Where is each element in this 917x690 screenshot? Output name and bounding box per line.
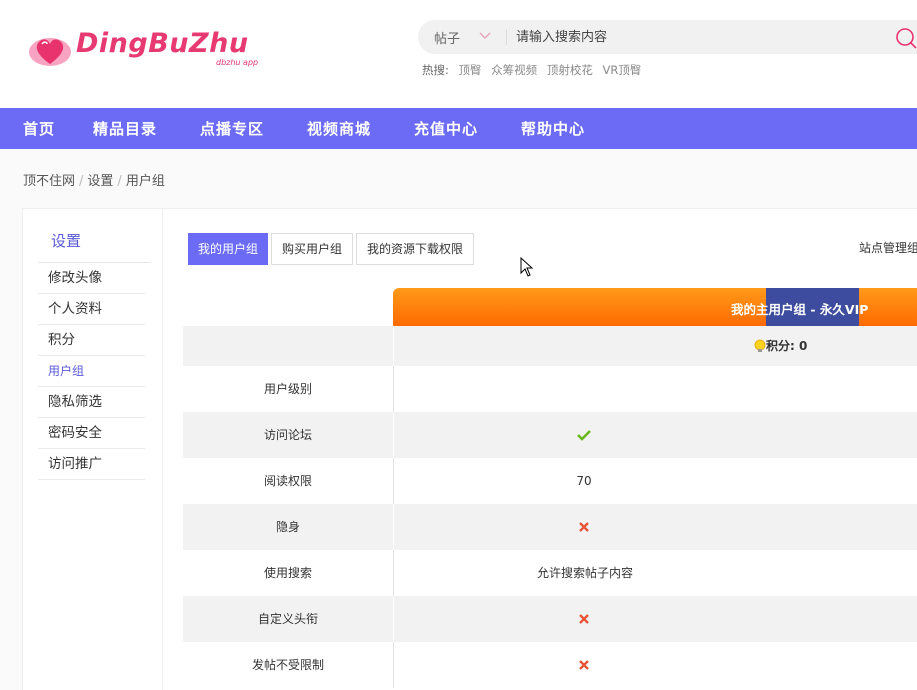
sidebar-item-promotion[interactable]: 访问推广	[38, 449, 145, 480]
sidebar-item-password[interactable]: 密码安全	[38, 418, 145, 449]
hot-searches-label: 热搜:	[422, 63, 449, 77]
table-header: 我的主用户组 - 永久VIP	[393, 288, 917, 326]
table-row-score: 积分: 0	[183, 326, 917, 366]
site-admin-group-link[interactable]: 站点管理组	[859, 239, 917, 256]
logo-text: DingBuZhu	[76, 28, 249, 59]
row-value	[394, 366, 917, 412]
breadcrumb-separator: /	[79, 174, 84, 189]
table-row: 阅读权限 70	[183, 458, 917, 504]
breadcrumb: 顶不住网 / 设置 / 用户组	[23, 170, 165, 189]
row-label: 访问论坛	[263, 428, 312, 442]
row-value	[394, 642, 917, 688]
row-label: 隐身	[275, 520, 300, 534]
score-value: 积分: 0	[766, 339, 808, 353]
sidebar-item-usergroup[interactable]: 用户组	[38, 356, 145, 387]
row-value-text: 允许搜索帖子内容	[537, 566, 634, 580]
mouse-cursor-icon	[520, 257, 534, 277]
tab-buy-usergroup[interactable]: 购买用户组	[271, 233, 353, 265]
logo-subtext: dbzhu app	[216, 58, 259, 67]
sidebar-item-profile[interactable]: 个人资料	[38, 294, 145, 325]
row-label: 发帖不受限制	[251, 658, 324, 672]
sidebar-item-credits[interactable]: 积分	[38, 325, 145, 356]
table-row: 用户级别	[183, 366, 917, 412]
nav-item-home[interactable]: 首页	[23, 118, 55, 139]
search-input[interactable]	[516, 26, 876, 48]
tab-download-permissions[interactable]: 我的资源下载权限	[356, 233, 474, 265]
sidebar-title: 设置	[51, 232, 82, 250]
table-row: 发帖不受限制	[183, 642, 917, 688]
row-value: 允许搜索帖子内容	[394, 550, 917, 596]
hot-searches: 热搜: 顶臀 众筹视频 顶射校花 VR顶臀	[422, 62, 647, 78]
chevron-down-icon[interactable]	[478, 29, 492, 43]
search-divider	[506, 29, 507, 45]
lightbulb-icon	[754, 339, 766, 352]
search-bar: 帖子	[418, 20, 917, 54]
site-header: DingBuZhu dbzhu app 帖子 热搜: 顶臀 众筹视频 顶射校花 …	[0, 0, 917, 108]
breadcrumb-item[interactable]: 顶不住网	[23, 174, 75, 189]
sidebar-item-privacy[interactable]: 隐私筛选	[38, 387, 145, 418]
table-row: 隐身	[183, 504, 917, 550]
row-label: 自定义头衔	[257, 612, 318, 626]
cross-icon	[579, 614, 589, 624]
table-row: 使用搜索 允许搜索帖子内容	[183, 550, 917, 596]
main-usergroup-title: 我的主用户组 - 永久VIP	[731, 302, 869, 317]
nav-item-catalog[interactable]: 精品目录	[93, 118, 157, 139]
hot-search-link[interactable]: 众筹视频	[491, 63, 537, 77]
settings-sidebar: 设置 修改头像 个人资料 积分 用户组 隐私筛选 密码安全 访问推广	[23, 209, 163, 690]
nav-item-video-shop[interactable]: 视频商城	[307, 118, 371, 139]
check-icon	[577, 430, 591, 441]
row-value: 70	[394, 458, 917, 504]
hot-search-link[interactable]: 顶臀	[459, 63, 482, 77]
breadcrumb-separator: /	[117, 174, 122, 189]
settings-panel: 设置 修改头像 个人资料 积分 用户组 隐私筛选 密码安全 访问推广 我的用户组…	[22, 208, 917, 690]
site-logo[interactable]: DingBuZhu dbzhu app	[28, 28, 268, 72]
row-value	[394, 412, 917, 458]
row-value	[394, 504, 917, 550]
search-icon[interactable]	[894, 26, 917, 50]
row-label: 用户级别	[263, 382, 312, 396]
cross-icon	[579, 660, 589, 670]
row-value	[394, 596, 917, 642]
row-value-text: 70	[576, 474, 592, 488]
nav-item-vod[interactable]: 点播专区	[200, 118, 264, 139]
heart-logo-icon	[29, 38, 71, 66]
breadcrumb-item[interactable]: 设置	[87, 174, 113, 189]
nav-item-recharge[interactable]: 充值中心	[414, 118, 478, 139]
sidebar-item-avatar[interactable]: 修改头像	[38, 263, 145, 294]
table-row: 自定义头衔	[183, 596, 917, 642]
hot-search-link[interactable]: 顶射校花	[547, 63, 593, 77]
cross-icon	[579, 522, 589, 532]
table-row: 访问论坛	[183, 412, 917, 458]
tab-my-usergroup[interactable]: 我的用户组	[188, 233, 268, 265]
search-type-select[interactable]: 帖子	[434, 28, 460, 47]
score-cell: 积分: 0	[394, 326, 917, 366]
nav-item-help[interactable]: 帮助中心	[521, 118, 585, 139]
row-label: 阅读权限	[263, 474, 312, 488]
hot-search-link[interactable]: VR顶臀	[603, 63, 642, 77]
main-nav: 首页 精品目录 点播专区 视频商城 充值中心 帮助中心	[0, 108, 917, 149]
row-label: 使用搜索	[263, 566, 312, 580]
breadcrumb-item: 用户组	[125, 174, 165, 189]
